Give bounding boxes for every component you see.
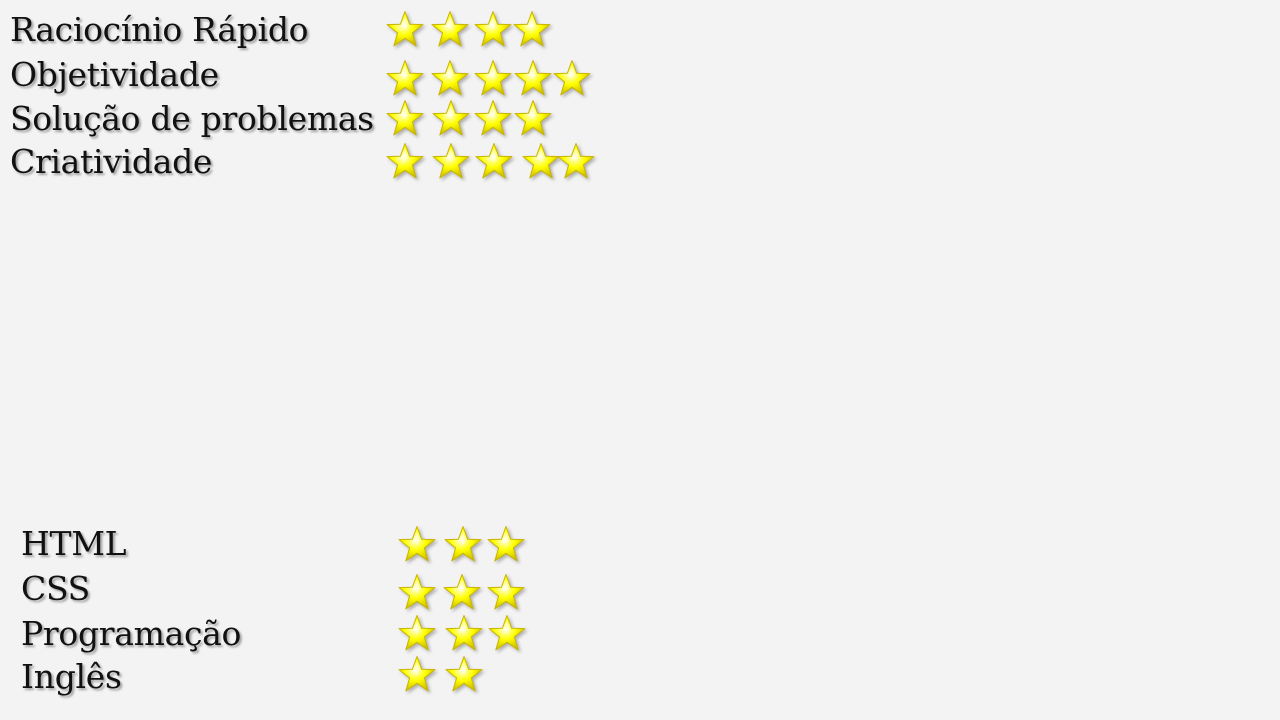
star-rating <box>385 99 685 143</box>
skill-label: Inglês <box>21 657 122 696</box>
star-icon <box>385 10 425 50</box>
star-icon <box>512 10 552 50</box>
star-icon <box>473 59 513 99</box>
star-rating <box>397 614 697 658</box>
star-icon <box>473 99 513 139</box>
star-rating <box>385 142 685 186</box>
skill-label: Solução de problemas <box>10 99 374 138</box>
star-icon <box>397 614 437 654</box>
star-icon <box>513 99 553 139</box>
star-icon <box>385 142 425 182</box>
skill-label: Programação <box>21 614 242 653</box>
star-rating <box>397 525 697 569</box>
star-icon <box>521 142 561 182</box>
star-icon <box>513 59 553 99</box>
star-icon <box>444 614 484 654</box>
star-icon <box>430 59 470 99</box>
star-icon <box>397 655 437 695</box>
star-rating <box>385 10 685 54</box>
star-icon <box>431 99 471 139</box>
skill-label: Objetividade <box>10 55 219 94</box>
star-icon <box>486 573 526 613</box>
star-icon <box>556 142 596 182</box>
star-icon <box>487 614 527 654</box>
star-icon <box>430 10 470 50</box>
skill-label: CSS <box>21 569 90 608</box>
skill-label: Raciocínio Rápido <box>10 10 309 49</box>
star-icon <box>397 573 437 613</box>
star-icon <box>486 525 526 565</box>
star-icon <box>443 525 483 565</box>
star-icon <box>442 573 482 613</box>
star-icon <box>473 10 513 50</box>
skill-label: HTML <box>21 524 127 563</box>
star-icon <box>385 99 425 139</box>
skill-label: Criatividade <box>10 142 213 181</box>
star-icon <box>474 142 514 182</box>
star-icon <box>431 142 471 182</box>
star-rating <box>385 59 685 103</box>
star-rating <box>397 655 697 699</box>
star-rating <box>397 573 697 617</box>
star-icon <box>397 525 437 565</box>
star-icon <box>385 59 425 99</box>
star-icon <box>444 655 484 695</box>
star-icon <box>552 59 592 99</box>
